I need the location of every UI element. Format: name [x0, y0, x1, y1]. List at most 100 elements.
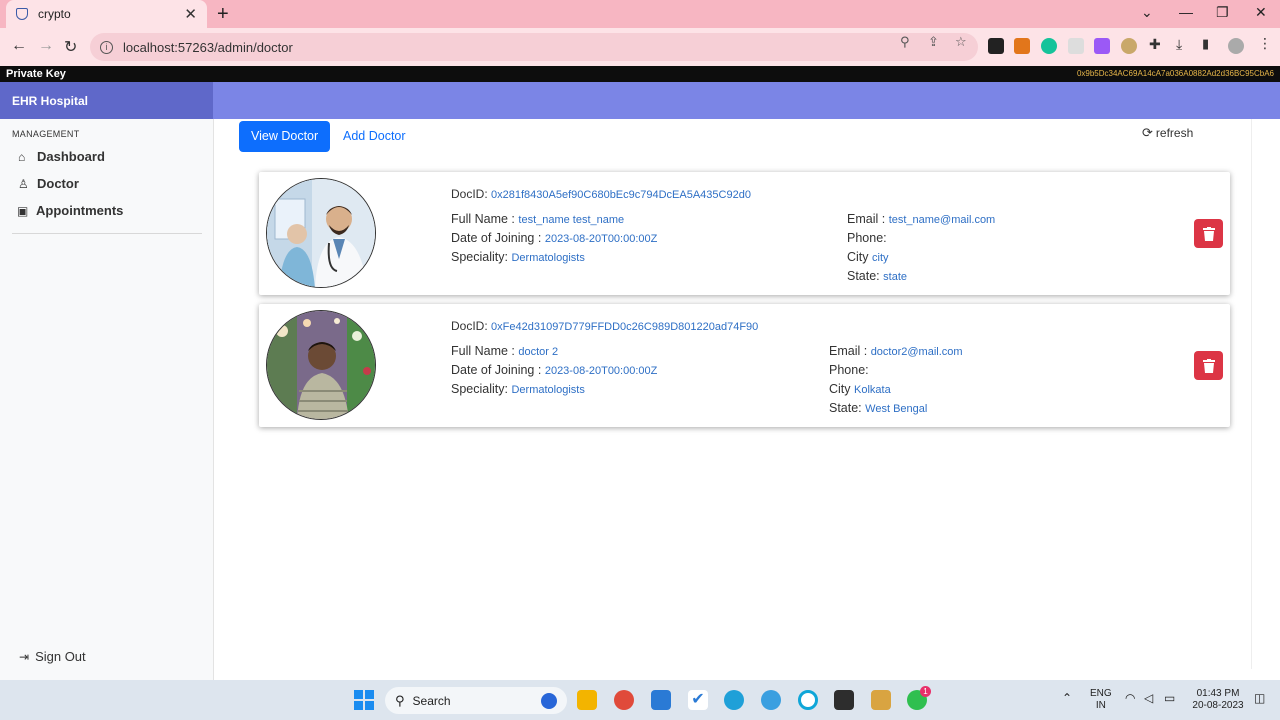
email-value: doctor2@mail.com	[870, 346, 963, 358]
sidebar-item-label: Doctor	[37, 176, 79, 191]
tab-title: crypto	[38, 7, 71, 21]
speciality-row: Speciality: Dermatologists	[451, 250, 585, 264]
bookmark-star-icon[interactable]: ☆	[955, 34, 967, 50]
language-indicator[interactable]: ENG IN	[1090, 688, 1112, 712]
chevron-up-icon[interactable]: ⌃	[1062, 692, 1072, 704]
doctor-card: DocID: 0xFe42d31097D779FFDD0c26C989D8012…	[259, 304, 1230, 427]
sign-out-label: Sign Out	[35, 649, 86, 664]
shield-icon	[16, 8, 28, 20]
app-icon[interactable]	[871, 690, 891, 710]
doc-id-value: 0x281f8430A5ef90C680bEc9c794DcEA5A435C92…	[491, 189, 751, 201]
state-value: West Bengal	[865, 403, 928, 415]
maximize-icon[interactable]: ❐	[1216, 4, 1229, 21]
phone-label: Phone:	[847, 231, 887, 245]
file-explorer-icon[interactable]	[577, 690, 597, 710]
doj-value: 2023-08-20T00:00:00Z	[544, 233, 658, 245]
back-icon[interactable]: ←	[11, 37, 27, 55]
clock[interactable]: 01:43 PM 20-08-2023	[1190, 688, 1246, 712]
sidepanel-icon[interactable]: ▮	[1202, 36, 1209, 52]
forward-icon[interactable]: →	[38, 37, 54, 55]
chrome-icon[interactable]	[614, 690, 634, 710]
refresh-icon: ⟳	[1142, 125, 1153, 140]
state-row: State: West Bengal	[829, 401, 927, 415]
grammarly-icon[interactable]	[1041, 38, 1057, 54]
refresh-button[interactable]: ⟳ refresh	[1142, 125, 1193, 141]
extension-icon[interactable]	[1121, 38, 1137, 54]
vscode-icon[interactable]	[651, 690, 671, 710]
doc-id: DocID: 0x281f8430A5ef90C680bEc9c794DcEA5…	[451, 187, 751, 201]
zoom-icon[interactable]: ⚲	[900, 34, 910, 50]
profile-avatar-icon[interactable]	[1228, 38, 1244, 54]
doj-row: Date of Joining : 2023-08-20T00:00:00Z	[451, 231, 657, 245]
phone-row: Phone:	[829, 363, 869, 377]
email-label: Email :	[829, 344, 868, 358]
doc-id-label: DocID:	[451, 319, 488, 333]
chevron-down-icon[interactable]: ⌄	[1141, 4, 1153, 21]
address-bar[interactable]: i localhost:57263/admin/doctor	[90, 33, 978, 61]
email-label: Email :	[847, 212, 886, 226]
time: 01:43 PM	[1196, 688, 1240, 699]
sidebar-item-label: Dashboard	[37, 149, 105, 164]
full-name-label: Full Name :	[451, 344, 515, 358]
browser-toolbar: ← → ↻ i localhost:57263/admin/doctor ⚲ ⇪…	[0, 28, 1280, 66]
site-info-icon[interactable]: i	[100, 40, 113, 54]
puzzle-icon[interactable]: ✚	[1149, 36, 1161, 53]
city-row: City city	[847, 250, 889, 264]
share-icon[interactable]: ⇪	[928, 34, 939, 50]
metamask-icon[interactable]	[1014, 38, 1030, 54]
sidebar: MANAGEMENT ⌂ Dashboard ♙ Doctor ▣ Appoin…	[0, 119, 214, 680]
extension-icon[interactable]	[1094, 38, 1110, 54]
wifi-icon[interactable]: ◠	[1125, 692, 1135, 704]
full-name-value: test_name test_name	[518, 214, 625, 226]
trash-icon	[1202, 358, 1215, 373]
date: 20-08-2023	[1192, 700, 1244, 711]
taskbar-search[interactable]: ⚲ Search	[385, 687, 567, 714]
browser-tab[interactable]: crypto ✕	[6, 0, 207, 28]
tab-view-doctor[interactable]: View Doctor	[239, 121, 331, 152]
doctor-card: DocID: 0x281f8430A5ef90C680bEc9c794DcEA5…	[259, 172, 1230, 295]
sign-out-icon: ⇥	[19, 649, 30, 664]
bing-icon	[541, 692, 557, 709]
reload-icon[interactable]: ↻	[64, 37, 77, 57]
phone-row: Phone:	[847, 231, 887, 245]
user-icon: ♙	[18, 176, 29, 191]
brand-title[interactable]: EHR Hospital	[0, 82, 213, 119]
terminal-icon[interactable]	[834, 690, 854, 710]
app-icon[interactable]	[798, 690, 818, 710]
todo-icon[interactable]: ✔	[688, 690, 708, 710]
doj-label: Date of Joining :	[451, 363, 542, 377]
sidebar-item-dashboard[interactable]: ⌂ Dashboard	[18, 149, 105, 164]
email-value: test_name@mail.com	[888, 214, 996, 226]
region-label: IN	[1095, 700, 1106, 711]
start-icon[interactable]	[354, 690, 374, 710]
sidebar-item-doctor[interactable]: ♙ Doctor	[18, 176, 79, 191]
more-menu-icon[interactable]: ⋮	[1258, 35, 1272, 52]
extension-icon[interactable]	[988, 38, 1004, 54]
city-label: City	[829, 382, 851, 396]
minimize-icon[interactable]: —	[1179, 4, 1193, 20]
download-icon[interactable]: ⤓	[1176, 36, 1182, 53]
sidebar-item-appointments[interactable]: ▣ Appointments	[17, 203, 123, 218]
state-label: State:	[847, 269, 880, 283]
extension-icon[interactable]	[1068, 38, 1084, 54]
delete-button[interactable]	[1194, 219, 1223, 248]
battery-icon[interactable]: ▭	[1164, 692, 1175, 704]
sidebar-divider	[12, 233, 202, 234]
edge-icon[interactable]	[724, 690, 744, 710]
full-name-row: Full Name : test_name test_name	[451, 212, 624, 226]
close-window-icon[interactable]: ✕	[1255, 4, 1267, 21]
close-tab-icon[interactable]: ✕	[184, 5, 197, 23]
state-label: State:	[829, 401, 862, 415]
email-row: Email : test_name@mail.com	[847, 212, 995, 226]
tab-add-doctor[interactable]: Add Doctor	[331, 121, 418, 152]
private-key-value: 0x9b5Dc34AC69A14cA7a036A0882Ad2d36BC95Cb…	[1076, 69, 1274, 78]
notification-badge: 1	[920, 686, 931, 697]
doc-id: DocID: 0xFe42d31097D779FFDD0c26C989D8012…	[451, 319, 758, 333]
volume-icon[interactable]: ◁	[1144, 692, 1153, 704]
sign-out-button[interactable]: ⇥ Sign Out	[19, 649, 86, 664]
new-tab-icon[interactable]: +	[217, 3, 229, 26]
delete-button[interactable]	[1194, 351, 1223, 380]
app-icon[interactable]	[761, 690, 781, 710]
notification-icon[interactable]: ◫	[1254, 692, 1265, 704]
refresh-label: refresh	[1155, 126, 1194, 140]
